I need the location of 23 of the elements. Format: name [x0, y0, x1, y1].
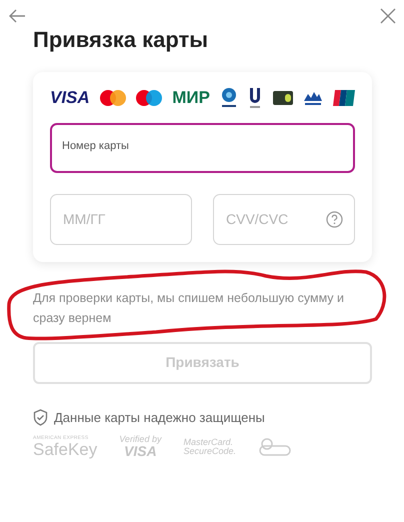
- expiry-field[interactable]: ММ/ГГ: [50, 194, 192, 244]
- badge-caption: MasterCard.: [183, 438, 233, 446]
- card-number-field[interactable]: Номер карты: [50, 122, 355, 172]
- visa-logo: VISA: [124, 444, 157, 458]
- safekey-logo: SafeKey: [33, 440, 98, 458]
- securecode-logo: SecureCode.: [183, 446, 236, 456]
- cvv-field[interactable]: CVV/CVC: [213, 194, 355, 244]
- card-logo-icon: [272, 90, 293, 104]
- close-icon[interactable]: [380, 8, 396, 24]
- maestro-logo: [136, 90, 162, 106]
- unionpay-logo-icon: [332, 90, 355, 106]
- u-logo-icon: [248, 86, 262, 108]
- badge-caption: Verified by: [119, 435, 162, 444]
- page-title: Привязка карты: [33, 26, 210, 54]
- back-arrow-icon[interactable]: [8, 8, 26, 24]
- seal-logo-icon: [258, 436, 292, 456]
- security-text: Данные карты надежно защищены: [54, 408, 265, 427]
- help-icon[interactable]: [326, 210, 343, 228]
- mastercard-logo: [100, 90, 126, 106]
- visa-logo: VISA: [50, 89, 90, 106]
- mir-logo: МИР: [172, 89, 210, 106]
- verification-note: Для проверки карты, мы спишем небольшую сумму и сразу вернем: [33, 290, 346, 327]
- shield-check-icon: [33, 408, 48, 426]
